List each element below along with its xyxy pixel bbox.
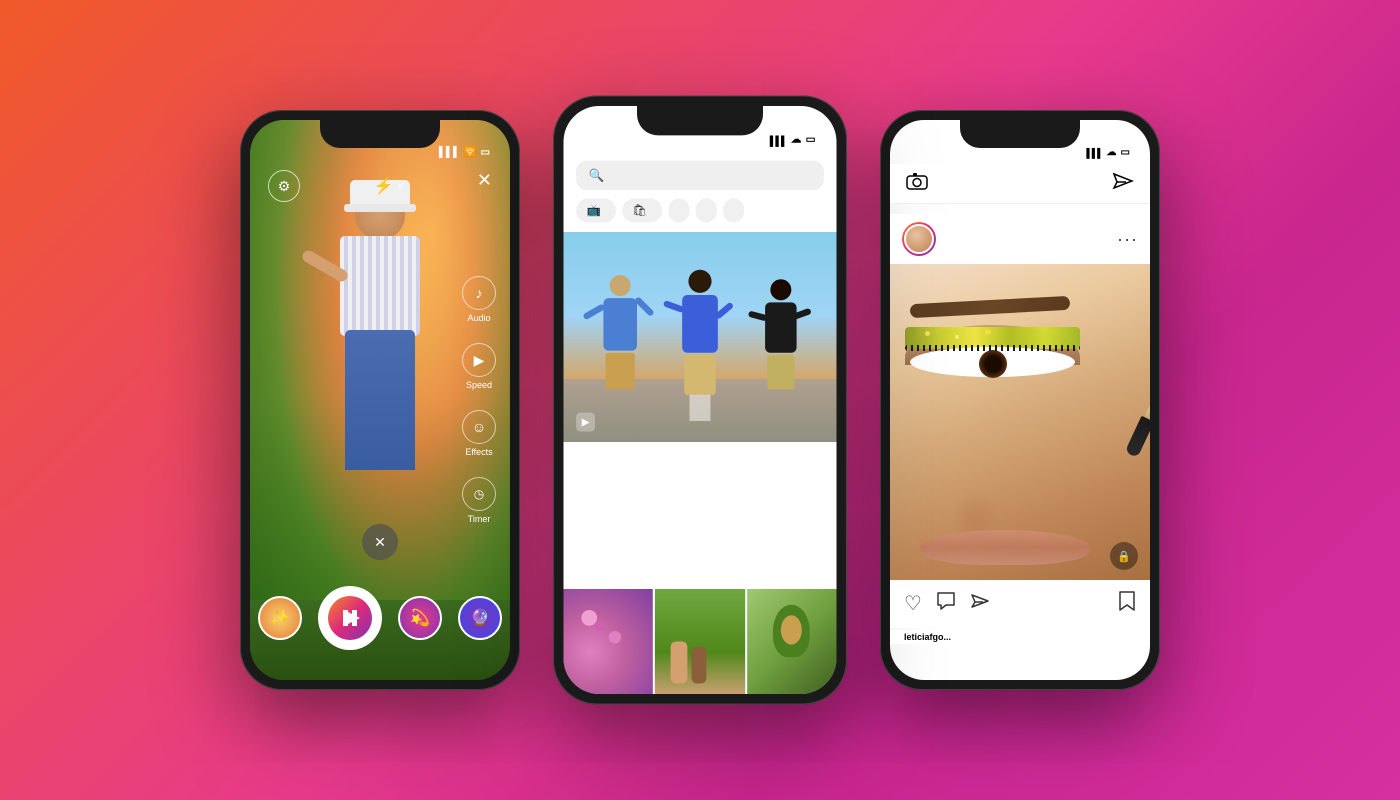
camera-icon[interactable] xyxy=(906,172,928,195)
wifi-icon-1: 🛜 xyxy=(464,147,476,158)
reels-record-icon xyxy=(336,604,364,632)
explore-screen: ▌▌▌ ☁ ▭ 🔍 📺 🛍 xyxy=(564,106,837,694)
audio-control[interactable]: ♪ Audio xyxy=(462,276,496,323)
discard-button[interactable]: ✕ xyxy=(362,524,398,560)
status-icons-1: ▌▌▌ 🛜 ▭ xyxy=(439,147,490,158)
status-icons-2: ▌▌▌ ☁ ▭ xyxy=(770,134,816,146)
wifi-icon-3: ☁ xyxy=(1107,147,1117,158)
explore-tabs: 📺 🛍 xyxy=(576,198,824,222)
wifi-icon-2: ☁ xyxy=(791,134,802,146)
effect-purple-button[interactable]: 🔮 xyxy=(458,596,502,640)
battery-icon-1: ▭ xyxy=(481,147,490,158)
battery-icon-3: ▭ xyxy=(1121,147,1130,158)
effect-sparkle-button[interactable]: ✨ xyxy=(258,596,302,640)
reels-bottom-buttons: ✨ 💫 🔮 xyxy=(250,586,510,650)
user-avatar[interactable] xyxy=(902,222,936,256)
igtv-icon: 📺 xyxy=(587,204,601,218)
tab-igtv[interactable]: 📺 xyxy=(576,198,616,222)
comment-button[interactable] xyxy=(936,591,956,617)
post-more-button[interactable]: ··· xyxy=(1117,229,1138,250)
explore-photo-grid xyxy=(564,589,837,694)
notch-3 xyxy=(960,120,1080,148)
audio-label: Audio xyxy=(467,313,490,323)
flash-icon[interactable]: ⚡ xyxy=(374,176,394,196)
post-actions-left: ♡ xyxy=(904,591,990,617)
post-image: 🔒 xyxy=(890,260,1150,580)
feed-header xyxy=(890,164,1150,204)
main-video-reels[interactable]: ▶ xyxy=(564,232,837,442)
post-likes-text xyxy=(890,616,1150,620)
comment-username: leticiafgo... xyxy=(904,632,951,642)
record-button[interactable] xyxy=(318,586,382,650)
tab-tv-movie[interactable] xyxy=(723,198,744,222)
phone-2-explore: ▌▌▌ ☁ ▭ 🔍 📺 🛍 xyxy=(553,96,847,705)
share-button[interactable] xyxy=(970,591,990,617)
timer-label: Timer xyxy=(468,514,491,524)
tab-shop[interactable]: 🛍 xyxy=(622,198,662,222)
tab-comics[interactable] xyxy=(695,198,716,222)
effects-label: Effects xyxy=(465,447,492,457)
grid-photo-avocado[interactable] xyxy=(747,589,837,694)
reels-screen: ▌▌▌ 🛜 ▭ ⚙ ⚡× ✕ ♪ Audio ▶ xyxy=(250,120,510,680)
signal-icon-3: ▌▌▌ xyxy=(1086,148,1102,158)
notch-1 xyxy=(320,120,440,148)
reels-top-controls: ⚙ ⚡× ✕ xyxy=(250,170,510,202)
grid-photo-flowers[interactable] xyxy=(564,589,654,694)
settings-icon[interactable]: ⚙ xyxy=(268,170,300,202)
signal-icon-1: ▌▌▌ xyxy=(439,147,460,158)
direct-message-icon[interactable] xyxy=(1112,172,1134,195)
search-bar[interactable]: 🔍 xyxy=(576,161,824,190)
battery-icon-2: ▭ xyxy=(806,134,816,146)
search-icon: 🔍 xyxy=(589,168,605,183)
status-icons-3: ▌▌▌ ☁ ▭ xyxy=(1086,147,1130,158)
effect-glitter-button[interactable]: 💫 xyxy=(398,596,442,640)
post-actions: ♡ xyxy=(890,580,1150,628)
feed-screen: ▌▌▌ ☁ ▭ xyxy=(890,120,1150,680)
close-icon[interactable]: ✕ xyxy=(477,170,492,202)
explore-header: 🔍 📺 🛍 xyxy=(564,152,837,229)
notch-2 xyxy=(637,106,763,135)
like-button[interactable]: ♡ xyxy=(904,591,922,617)
tab-style[interactable] xyxy=(668,198,689,222)
reels-play-icon: ▶ xyxy=(576,413,595,432)
explore-content: ▶ xyxy=(564,232,837,694)
effects-control[interactable]: ☺ Effects xyxy=(462,410,496,457)
shop-icon: 🛍 xyxy=(632,204,647,218)
reels-label: ▶ xyxy=(576,413,599,432)
phone-3-feed: ▌▌▌ ☁ ▭ xyxy=(880,110,1160,690)
post-lock-icon: 🔒 xyxy=(1110,542,1138,570)
bookmark-button[interactable] xyxy=(1118,590,1136,618)
reels-right-controls: ♪ Audio ▶ Speed ☺ Effects ◷ Timer xyxy=(462,276,496,524)
speed-control[interactable]: ▶ Speed xyxy=(462,343,496,390)
signal-icon-2: ▌▌▌ xyxy=(770,135,787,146)
timer-control[interactable]: ◷ Timer xyxy=(462,477,496,524)
phone-1-reels: ▌▌▌ 🛜 ▭ ⚙ ⚡× ✕ ♪ Audio ▶ xyxy=(240,110,520,690)
speed-label: Speed xyxy=(466,380,492,390)
grid-photo-people[interactable] xyxy=(655,589,745,694)
post-user-row: ··· xyxy=(890,214,1150,264)
